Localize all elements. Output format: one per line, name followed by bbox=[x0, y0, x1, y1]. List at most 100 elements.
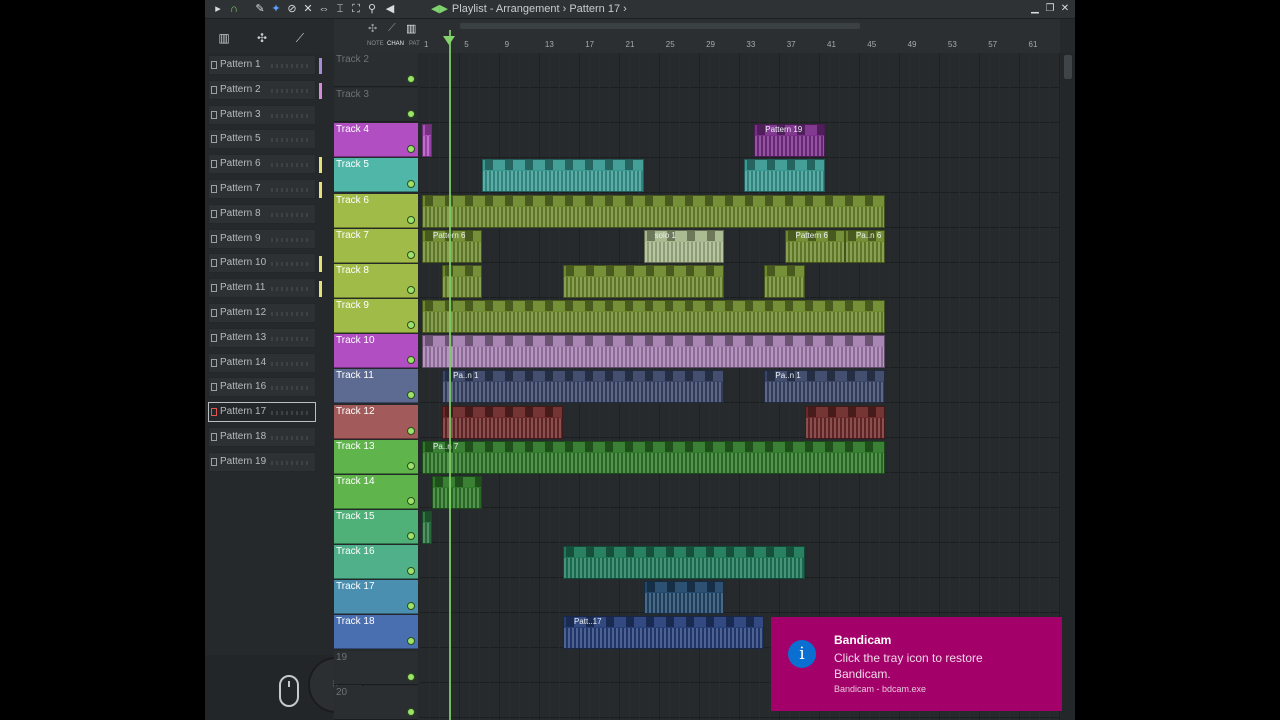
timeline-ruler[interactable]: 1 5 9 13 17 21 25 29 33 37 41 45 49 53 57 61 bbox=[420, 19, 1060, 54]
playlist-clip[interactable] bbox=[432, 475, 483, 509]
playlist-clip[interactable]: Pa..n 1 bbox=[442, 370, 725, 404]
playlist-clip[interactable] bbox=[422, 194, 886, 228]
track-header[interactable]: Track 18 bbox=[334, 615, 418, 650]
link-icon[interactable]: ⟋ bbox=[388, 22, 396, 35]
track-mute-led[interactable] bbox=[407, 602, 415, 611]
pattern-item[interactable]: Pattern 5 bbox=[208, 129, 316, 150]
track-mute-led[interactable] bbox=[407, 180, 415, 189]
track-mute-led[interactable] bbox=[407, 567, 415, 576]
playlist-clip[interactable] bbox=[744, 159, 825, 193]
playlist-clip[interactable] bbox=[422, 124, 433, 158]
close-icon[interactable]: ✕ bbox=[1058, 2, 1072, 16]
playlist-clip[interactable]: Pa..n 6 bbox=[844, 229, 886, 263]
playlist-clip[interactable]: Pattern 6 bbox=[422, 229, 483, 263]
pattern-item[interactable]: Pattern 9 bbox=[208, 228, 316, 249]
pattern-item[interactable]: Pattern 7 bbox=[208, 179, 322, 199]
track-mute-led[interactable] bbox=[407, 145, 415, 154]
delete-icon[interactable]: ⊘ bbox=[285, 2, 299, 16]
move-icon[interactable]: ✣ bbox=[368, 22, 377, 35]
vertical-scrollbar[interactable] bbox=[1061, 53, 1075, 720]
playlist-clip[interactable] bbox=[804, 405, 886, 439]
paint-icon[interactable]: ✦ bbox=[269, 2, 283, 16]
track-header[interactable]: Track 9 bbox=[334, 299, 418, 334]
track-mute-led[interactable] bbox=[407, 531, 415, 540]
track-header[interactable]: Track 4 bbox=[334, 123, 418, 158]
minimize-icon[interactable]: ▁ bbox=[1028, 2, 1042, 16]
track-mute-led[interactable] bbox=[407, 250, 415, 259]
track-mute-led[interactable] bbox=[407, 110, 415, 119]
track-header[interactable]: Track 16 bbox=[334, 545, 418, 580]
track-header[interactable]: Track 5 bbox=[334, 158, 418, 193]
pattern-item[interactable]: Pattern 11 bbox=[208, 278, 322, 299]
track-header[interactable]: Track 7 bbox=[334, 228, 418, 263]
track-header[interactable]: Track 13 bbox=[334, 439, 418, 474]
chan-tab[interactable]: CHAN bbox=[387, 41, 404, 47]
playlist-clip[interactable] bbox=[764, 264, 805, 298]
pattern-item[interactable]: Pattern 3 bbox=[208, 104, 316, 125]
track-mute-led[interactable] bbox=[407, 426, 415, 435]
track-header[interactable]: Track 3 bbox=[334, 88, 418, 123]
playlist-clip[interactable]: solo 1 bbox=[643, 229, 725, 263]
horizontal-scrollbar[interactable] bbox=[460, 23, 860, 29]
track-mute-led[interactable] bbox=[407, 75, 415, 83]
track-mute-led[interactable] bbox=[407, 637, 415, 646]
pattern-item[interactable]: Pattern 14 bbox=[208, 352, 316, 373]
playlist-clip[interactable] bbox=[422, 300, 886, 334]
track-mute-led[interactable] bbox=[407, 356, 415, 365]
audio-wave-icon[interactable]: ✣ bbox=[253, 31, 271, 45]
track-mute-led[interactable] bbox=[407, 215, 415, 224]
slip-icon[interactable]: ⇔ bbox=[317, 2, 331, 16]
playback-icon[interactable]: ◀ bbox=[383, 2, 397, 16]
note-tab[interactable]: NOTE bbox=[367, 41, 384, 47]
pattern-item[interactable]: Pattern 1 bbox=[208, 55, 322, 75]
automation-icon[interactable]: ⟋ bbox=[291, 31, 309, 45]
zoom-icon[interactable]: ⚲ bbox=[365, 2, 379, 16]
pattern-item[interactable]: Pattern 13 bbox=[208, 327, 316, 348]
piano-keys-icon[interactable]: ▥ bbox=[406, 22, 416, 35]
playlist-clip[interactable]: Pa..n 7 bbox=[422, 440, 886, 474]
track-header[interactable]: Track 12 bbox=[334, 404, 418, 439]
pattern-item[interactable]: Pattern 18 bbox=[208, 427, 316, 447]
track-mute-led[interactable] bbox=[407, 672, 415, 681]
pattern-item[interactable]: Pattern 6 bbox=[208, 154, 322, 175]
track-mute-led[interactable] bbox=[407, 391, 415, 400]
pattern-item[interactable]: Pattern 10 bbox=[208, 253, 322, 274]
pattern-item[interactable]: Pattern 8 bbox=[208, 203, 316, 224]
track-header[interactable]: Track 17 bbox=[334, 580, 418, 615]
pattern-item[interactable]: Pattern 19 bbox=[208, 451, 316, 472]
magnet-icon[interactable]: ∩ bbox=[227, 2, 241, 16]
track-mute-led[interactable] bbox=[407, 285, 415, 294]
track-header[interactable]: 20 bbox=[334, 685, 418, 720]
pattern-item[interactable]: Pattern 2 bbox=[208, 79, 322, 100]
playlist-clip[interactable]: Pattern 6 bbox=[784, 229, 845, 263]
playlist-clip[interactable] bbox=[562, 546, 805, 580]
playlist-clip[interactable] bbox=[422, 335, 886, 369]
pattern-item[interactable]: Pattern 12 bbox=[208, 303, 316, 323]
playlist-clip[interactable] bbox=[562, 264, 725, 298]
track-header[interactable]: Track 6 bbox=[334, 193, 418, 228]
playlist-clip[interactable]: Pa..n 1 bbox=[764, 370, 886, 404]
track-header[interactable]: Track 10 bbox=[334, 334, 418, 369]
slice-icon[interactable]: ⌶ bbox=[333, 2, 347, 16]
arrow-right-icon[interactable]: ▸ bbox=[211, 2, 225, 16]
track-header[interactable]: Track 14 bbox=[334, 474, 418, 509]
track-header[interactable]: 19 bbox=[334, 650, 418, 685]
scrollbar-thumb[interactable] bbox=[1064, 55, 1072, 79]
track-mute-led[interactable] bbox=[407, 321, 415, 330]
playlist-clip[interactable] bbox=[422, 510, 433, 544]
mute-icon[interactable]: ✕ bbox=[301, 2, 315, 16]
select-icon[interactable]: ⛶ bbox=[349, 2, 363, 16]
playlist-clip[interactable] bbox=[482, 159, 644, 193]
pattern-item[interactable]: Pattern 17 bbox=[208, 402, 316, 423]
playlist-clip[interactable] bbox=[643, 581, 725, 615]
pattern-item[interactable]: Pattern 16 bbox=[208, 377, 316, 398]
maximize-icon[interactable]: ❐ bbox=[1043, 2, 1057, 16]
track-header[interactable]: Track 15 bbox=[334, 509, 418, 544]
track-mute-led[interactable] bbox=[407, 461, 415, 470]
playlist-clip[interactable]: Patt..17 bbox=[562, 616, 765, 650]
playlist-clip[interactable]: Pattern 19 bbox=[754, 124, 825, 158]
track-header[interactable]: Track 8 bbox=[334, 263, 418, 298]
track-header[interactable]: Track 2 bbox=[334, 53, 418, 87]
playlist-clip[interactable] bbox=[442, 405, 563, 439]
track-mute-led[interactable] bbox=[407, 707, 415, 716]
